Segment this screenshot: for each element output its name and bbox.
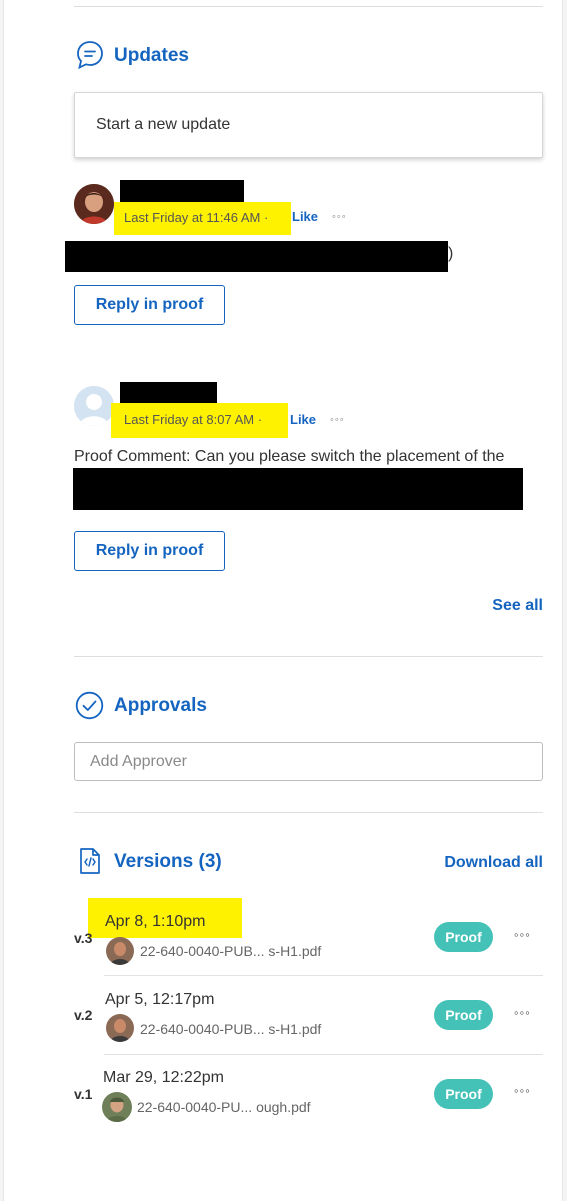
proof-button[interactable]: Proof	[434, 1079, 493, 1109]
version-file-name[interactable]: 22-640-0040-PUB... s-H1.pdf	[140, 943, 321, 959]
version-label: v.2	[74, 1007, 93, 1023]
avatar	[74, 184, 114, 224]
version-file-name[interactable]: 22-640-0040-PU... ough.pdf	[137, 1099, 311, 1115]
version-date: Apr 8, 1:10pm	[105, 913, 206, 930]
uploader-avatar	[102, 1092, 132, 1122]
version-file-name[interactable]: 22-640-0040-PUB... s-H1.pdf	[140, 1021, 321, 1037]
user-photo-icon	[106, 1014, 134, 1042]
proof-button[interactable]: Proof	[434, 922, 493, 952]
approvals-title: Approvals	[114, 695, 207, 716]
uploader-avatar	[106, 1014, 134, 1042]
proof-button[interactable]: Proof	[434, 1000, 493, 1030]
more-dots-icon[interactable]: ◦◦◦	[514, 1083, 531, 1098]
avatar	[74, 386, 114, 426]
more-dots-icon[interactable]: ◦◦◦	[514, 927, 531, 942]
user-photo-icon	[102, 1092, 132, 1122]
redacted-comment	[73, 468, 523, 510]
comment-time: Last Friday at 11:46 AM ·	[124, 210, 269, 225]
more-dots-icon[interactable]: ◦◦◦	[330, 414, 345, 426]
version-date: Apr 5, 12:17pm	[105, 991, 215, 1008]
version-label: v.1	[74, 1086, 93, 1102]
top-divider	[74, 6, 543, 7]
comment-time: Last Friday at 8:07 AM ·	[124, 412, 263, 427]
file-icon	[80, 848, 100, 874]
user-photo-icon	[74, 184, 114, 224]
version-divider	[104, 975, 543, 976]
user-photo-icon	[106, 937, 134, 965]
version-label: v.3	[74, 930, 93, 946]
comment-text-tail: )	[448, 245, 454, 262]
like-link[interactable]: Like	[292, 209, 318, 224]
check-circle-icon	[75, 691, 104, 720]
section-divider	[74, 812, 543, 813]
comment-text: Proof Comment: Can you please switch the…	[74, 448, 505, 465]
reply-in-proof-button[interactable]: Reply in proof	[74, 531, 225, 571]
add-approver-input[interactable]	[74, 742, 543, 781]
redacted-comment	[65, 241, 448, 272]
more-dots-icon[interactable]: ◦◦◦	[332, 211, 347, 223]
reply-in-proof-button[interactable]: Reply in proof	[74, 285, 225, 325]
version-date: Mar 29, 12:22pm	[103, 1069, 224, 1086]
new-update-input[interactable]: Start a new update	[74, 92, 543, 158]
versions-title: Versions (3)	[114, 851, 222, 872]
download-all-link[interactable]: Download all	[444, 854, 543, 872]
section-divider	[74, 656, 543, 657]
updates-title: Updates	[114, 45, 189, 66]
more-dots-icon[interactable]: ◦◦◦	[514, 1005, 531, 1020]
like-link[interactable]: Like	[290, 412, 316, 427]
default-user-icon	[74, 386, 114, 426]
version-divider	[104, 1054, 543, 1055]
uploader-avatar	[106, 937, 134, 965]
see-all-link[interactable]: See all	[492, 597, 543, 615]
speech-bubble-icon	[77, 41, 103, 70]
